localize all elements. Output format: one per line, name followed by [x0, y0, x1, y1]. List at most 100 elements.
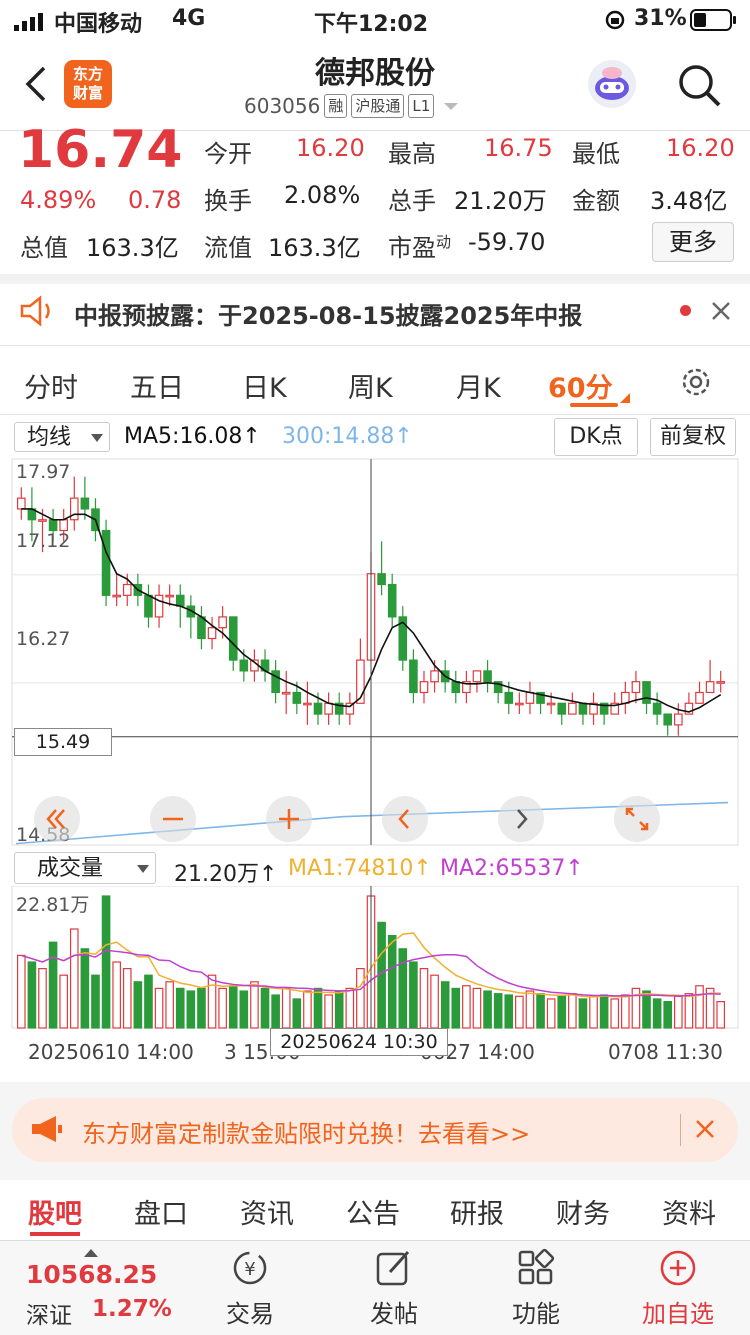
candle: [144, 594, 153, 618]
chevron-right-icon: [517, 809, 528, 829]
volume-value: 21.20万: [454, 187, 547, 215]
nav-functions[interactable]: 功能: [486, 1248, 586, 1328]
volume-bar: [493, 993, 503, 1029]
turnover-value: 2.08%: [284, 181, 361, 209]
tab-five-day[interactable]: 五日: [130, 366, 184, 405]
high-value: 16.75: [484, 134, 553, 162]
volume-bar: [80, 948, 90, 1029]
candle: [409, 659, 418, 694]
chart-settings-button[interactable]: [678, 364, 714, 404]
ma-select[interactable]: 均线: [14, 422, 110, 452]
volume-bar: [504, 994, 514, 1029]
tab-intraday[interactable]: 分时: [24, 366, 78, 405]
volume-bar: [356, 967, 365, 1029]
volume-bar: [483, 990, 492, 1029]
volume-bar: [27, 961, 37, 1029]
candle: [218, 616, 227, 629]
adjust-button[interactable]: 前复权: [650, 418, 736, 456]
volume-select[interactable]: 成交量: [14, 852, 156, 884]
kline-chart[interactable]: [0, 455, 750, 850]
float-label: 流值: [204, 234, 252, 262]
time-label-4: 0708 11:30: [608, 1040, 723, 1064]
candle: [419, 681, 429, 694]
close-ad-button[interactable]: [694, 1118, 716, 1144]
volume-bar: [59, 974, 68, 1029]
turnover-label: 换手: [204, 187, 252, 215]
index-ticker[interactable]: 10568.25 深证 1.27%: [0, 1240, 190, 1334]
volume-bar: [440, 981, 450, 1029]
tab-finance[interactable]: 财务: [556, 1192, 610, 1231]
active-bottom-tab-indicator: [30, 1232, 80, 1236]
pe-value: -59.70: [468, 228, 546, 256]
volume-bar: [175, 987, 185, 1029]
volume-bar: [324, 994, 333, 1029]
nav-trade[interactable]: ¥ 交易: [200, 1248, 300, 1328]
volume-bar: [610, 998, 620, 1029]
zoom-in-button[interactable]: [266, 796, 312, 842]
candle: [281, 691, 291, 695]
ad-banner[interactable]: 东方财富定制款金贴限时兑换！去看看>>: [12, 1098, 738, 1162]
volume-bar: [589, 995, 598, 1029]
volume-bar: [112, 961, 121, 1029]
ma300-readout: 300:14.88↑: [282, 424, 413, 449]
volume-bar: [271, 994, 280, 1029]
candle: [59, 519, 68, 532]
active-tab-indicator: [570, 403, 618, 407]
nav-add-watchlist[interactable]: 加自选: [628, 1248, 728, 1328]
more-button[interactable]: 更多: [652, 222, 734, 262]
volume-bar: [197, 987, 206, 1029]
scroll-right-button[interactable]: [498, 796, 544, 842]
index-name: 深证: [26, 1303, 72, 1329]
volume-bar: [674, 995, 683, 1029]
candle: [292, 691, 302, 704]
tab-60min[interactable]: 60分: [548, 366, 613, 405]
tab-news[interactable]: 资讯: [240, 1192, 294, 1231]
candle: [228, 616, 238, 661]
tab-weekly-k[interactable]: 周K: [348, 366, 393, 405]
candle: [38, 519, 47, 522]
zoom-out-button[interactable]: [150, 796, 196, 842]
notice-text[interactable]: 中报预披露：于2025-08-15披露2025年中报: [74, 296, 582, 331]
nav-post[interactable]: 发帖: [344, 1248, 444, 1328]
volume-bar: [409, 961, 418, 1029]
volume-bar: [716, 1000, 726, 1029]
candle: [451, 681, 461, 694]
candle: [472, 670, 482, 683]
tab-daily-k[interactable]: 日K: [242, 366, 287, 405]
dk-point-button[interactable]: DK点: [554, 418, 638, 456]
volume-label: 总手: [388, 187, 436, 215]
volume-select-label: 成交量: [37, 856, 104, 881]
close-notice-button[interactable]: [710, 300, 732, 326]
rotation-lock-icon: [604, 9, 626, 37]
scroll-left-fast-button[interactable]: [34, 796, 80, 842]
candle: [16, 497, 26, 510]
candle: [642, 681, 651, 704]
gear-icon: [682, 368, 710, 396]
volume-bar: [281, 987, 291, 1029]
tab-announcement[interactable]: 公告: [346, 1192, 400, 1231]
nav-post-label: 发帖: [370, 1300, 418, 1328]
pe-label: 市盈动: [388, 233, 452, 262]
candle: [48, 519, 58, 532]
tab-guba[interactable]: 股吧: [28, 1192, 82, 1231]
volume-bar: [38, 967, 47, 1029]
dropdown-arrow-icon[interactable]: [442, 100, 460, 112]
volume-bar: [260, 987, 270, 1029]
volume-chart[interactable]: [0, 886, 750, 1032]
volume-bar: [451, 987, 461, 1029]
candle: [578, 702, 588, 715]
dk-label: DK点: [569, 424, 623, 449]
tab-profile[interactable]: 资料: [662, 1192, 716, 1231]
volume-bar: [557, 995, 567, 1029]
robot-assistant-icon[interactable]: [586, 58, 638, 114]
tab-monthly-k[interactable]: 月K: [456, 366, 501, 405]
candle: [112, 594, 121, 598]
tab-pankou[interactable]: 盘口: [134, 1192, 188, 1231]
scroll-left-button[interactable]: [382, 796, 428, 842]
volume-bar: [472, 987, 482, 1029]
candle: [515, 702, 524, 706]
tab-research[interactable]: 研报: [450, 1192, 504, 1231]
fullscreen-button[interactable]: [614, 796, 660, 842]
candle: [197, 616, 206, 640]
search-button[interactable]: [676, 62, 722, 112]
